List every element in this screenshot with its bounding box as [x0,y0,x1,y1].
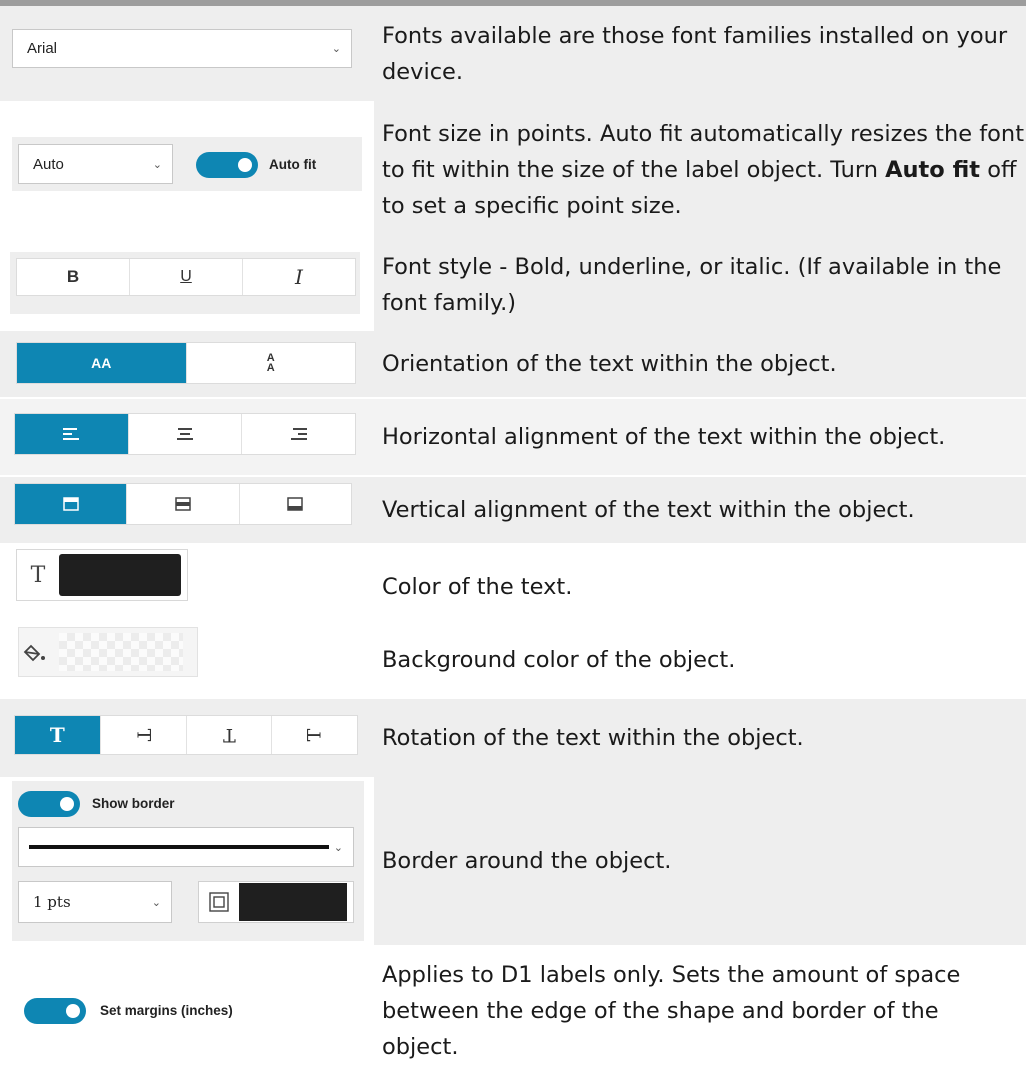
border-color-swatch[interactable] [239,883,347,921]
margins-description: Applies to D1 labels only. Sets the amou… [382,961,961,1060]
rotation-buttons: T T T T [14,715,358,755]
align-middle-button[interactable] [127,484,240,524]
auto-fit-toggle[interactable] [196,152,258,178]
border-style-select[interactable]: ⌄ [18,827,354,867]
italic-glyph: I [295,265,303,289]
set-margins-label: Set margins (inches) [100,1003,233,1018]
transparent-swatch[interactable] [59,633,183,671]
rotate-90-icon: T [132,728,155,742]
align-center-button[interactable] [129,414,243,454]
row-horizontal-alignment: Horizontal alignment of the text within … [0,399,1026,475]
toggle-knob [238,158,252,172]
auto-fit-label: Auto fit [269,157,317,172]
text-color-description: Color of the text. [382,574,573,600]
chevron-down-icon: ⌄ [151,895,161,909]
chevron-down-icon: ⌄ [333,841,343,854]
chevron-down-icon: ⌄ [152,158,162,171]
set-margins-toggle[interactable] [24,998,86,1024]
horizontal-orientation-glyph: AA [91,355,112,371]
row-font-style: B U I Font style - Bold, underline, or i… [0,239,1026,331]
vertical-alignment-buttons [14,483,352,525]
text-color-glyph: T [30,562,46,588]
background-color-control[interactable] [18,627,198,677]
underline-glyph: U [180,268,192,285]
row-font-size: Auto ⌄ Auto fit Font size in points. Aut… [0,101,1026,239]
show-border-toggle[interactable] [18,791,80,817]
border-color-control[interactable] [198,881,354,923]
row-font-family: Arial ⌄ Fonts available are those font f… [0,6,1026,101]
rotate-270-icon: T [303,728,326,742]
text-color-control[interactable]: T [16,549,188,601]
align-bottom-icon [287,497,304,511]
row-border: Show border ⌄ 1 pts ⌄ Border around the … [0,777,1026,945]
font-style-buttons: B U I [16,258,356,296]
text-color-swatch[interactable] [59,554,181,596]
underline-button[interactable]: U [130,259,243,295]
chevron-down-icon: ⌄ [331,43,341,55]
font-size-desc-text: Font size in points. Auto fit automatica… [382,116,1026,224]
background-color-description: Background color of the object. [382,647,736,673]
font-size-value: Auto [33,155,64,173]
border-color-icon [209,892,229,912]
align-right-icon [290,428,307,440]
rotate-270-button[interactable]: T [272,716,357,754]
text-color-icon: T [17,563,59,588]
align-right-button[interactable] [242,414,355,454]
toggle-knob [60,797,74,811]
align-top-button[interactable] [15,484,128,524]
font-family-description: Fonts available are those font families … [382,22,1008,85]
toggle-knob [66,1004,80,1018]
bold-button[interactable]: B [17,259,130,295]
font-size-description: Font size in points. Auto fit automatica… [374,101,1026,239]
row-background-color: Background color of the object. [0,623,1026,697]
border-description: Border around the object. [374,777,1026,945]
row-text-color: T Color of the text. [0,543,1026,631]
orientation-buttons: AA AA [16,342,356,384]
bold-glyph: B [66,267,80,286]
vertical-text-icon: AA [266,352,275,374]
font-size-select[interactable]: Auto ⌄ [18,144,173,184]
font-size-desc-bold: Auto fit [885,157,981,183]
rotation-description: Rotation of the text within the object. [382,725,804,751]
horizontal-alignment-description: Horizontal alignment of the text within … [382,424,946,450]
border-width-value: 1 pts [33,893,71,911]
paint-bucket-icon [23,644,45,662]
row-orientation: AA AA Orientation of the text within the… [0,331,1026,397]
align-bottom-button[interactable] [240,484,351,524]
rotate-180-button[interactable]: T [187,716,273,754]
horizontal-alignment-buttons [14,413,356,455]
italic-button[interactable]: I [243,259,355,295]
font-family-value: Arial [27,40,58,57]
font-family-select[interactable]: Arial ⌄ [12,29,352,68]
rotate-180-icon: T [222,724,236,746]
align-left-button[interactable] [15,414,129,454]
align-left-icon [63,428,80,440]
vertical-alignment-description: Vertical alignment of the text within th… [382,497,915,523]
rotate-90-button[interactable]: T [101,716,187,754]
align-top-icon [62,497,79,511]
align-middle-icon [175,497,191,511]
row-vertical-alignment: Vertical alignment of the text within th… [0,477,1026,543]
row-rotation: T T T T Rotation of the text within the … [0,699,1026,777]
border-width-select[interactable]: 1 pts ⌄ [18,881,172,923]
vertical-orientation-button[interactable]: AA [187,343,356,383]
orientation-description: Orientation of the text within the objec… [382,351,837,377]
align-center-icon [177,428,193,440]
font-style-description: Font style - Bold, underline, or italic.… [374,239,1026,331]
rotate-0-icon: T [49,723,65,747]
row-margins: Set margins (inches) Applies to D1 label… [0,945,1026,1076]
solid-line-icon [29,845,329,849]
show-border-label: Show border [92,796,175,811]
rotate-0-button[interactable]: T [15,716,101,754]
horizontal-orientation-button[interactable]: AA [17,343,187,383]
